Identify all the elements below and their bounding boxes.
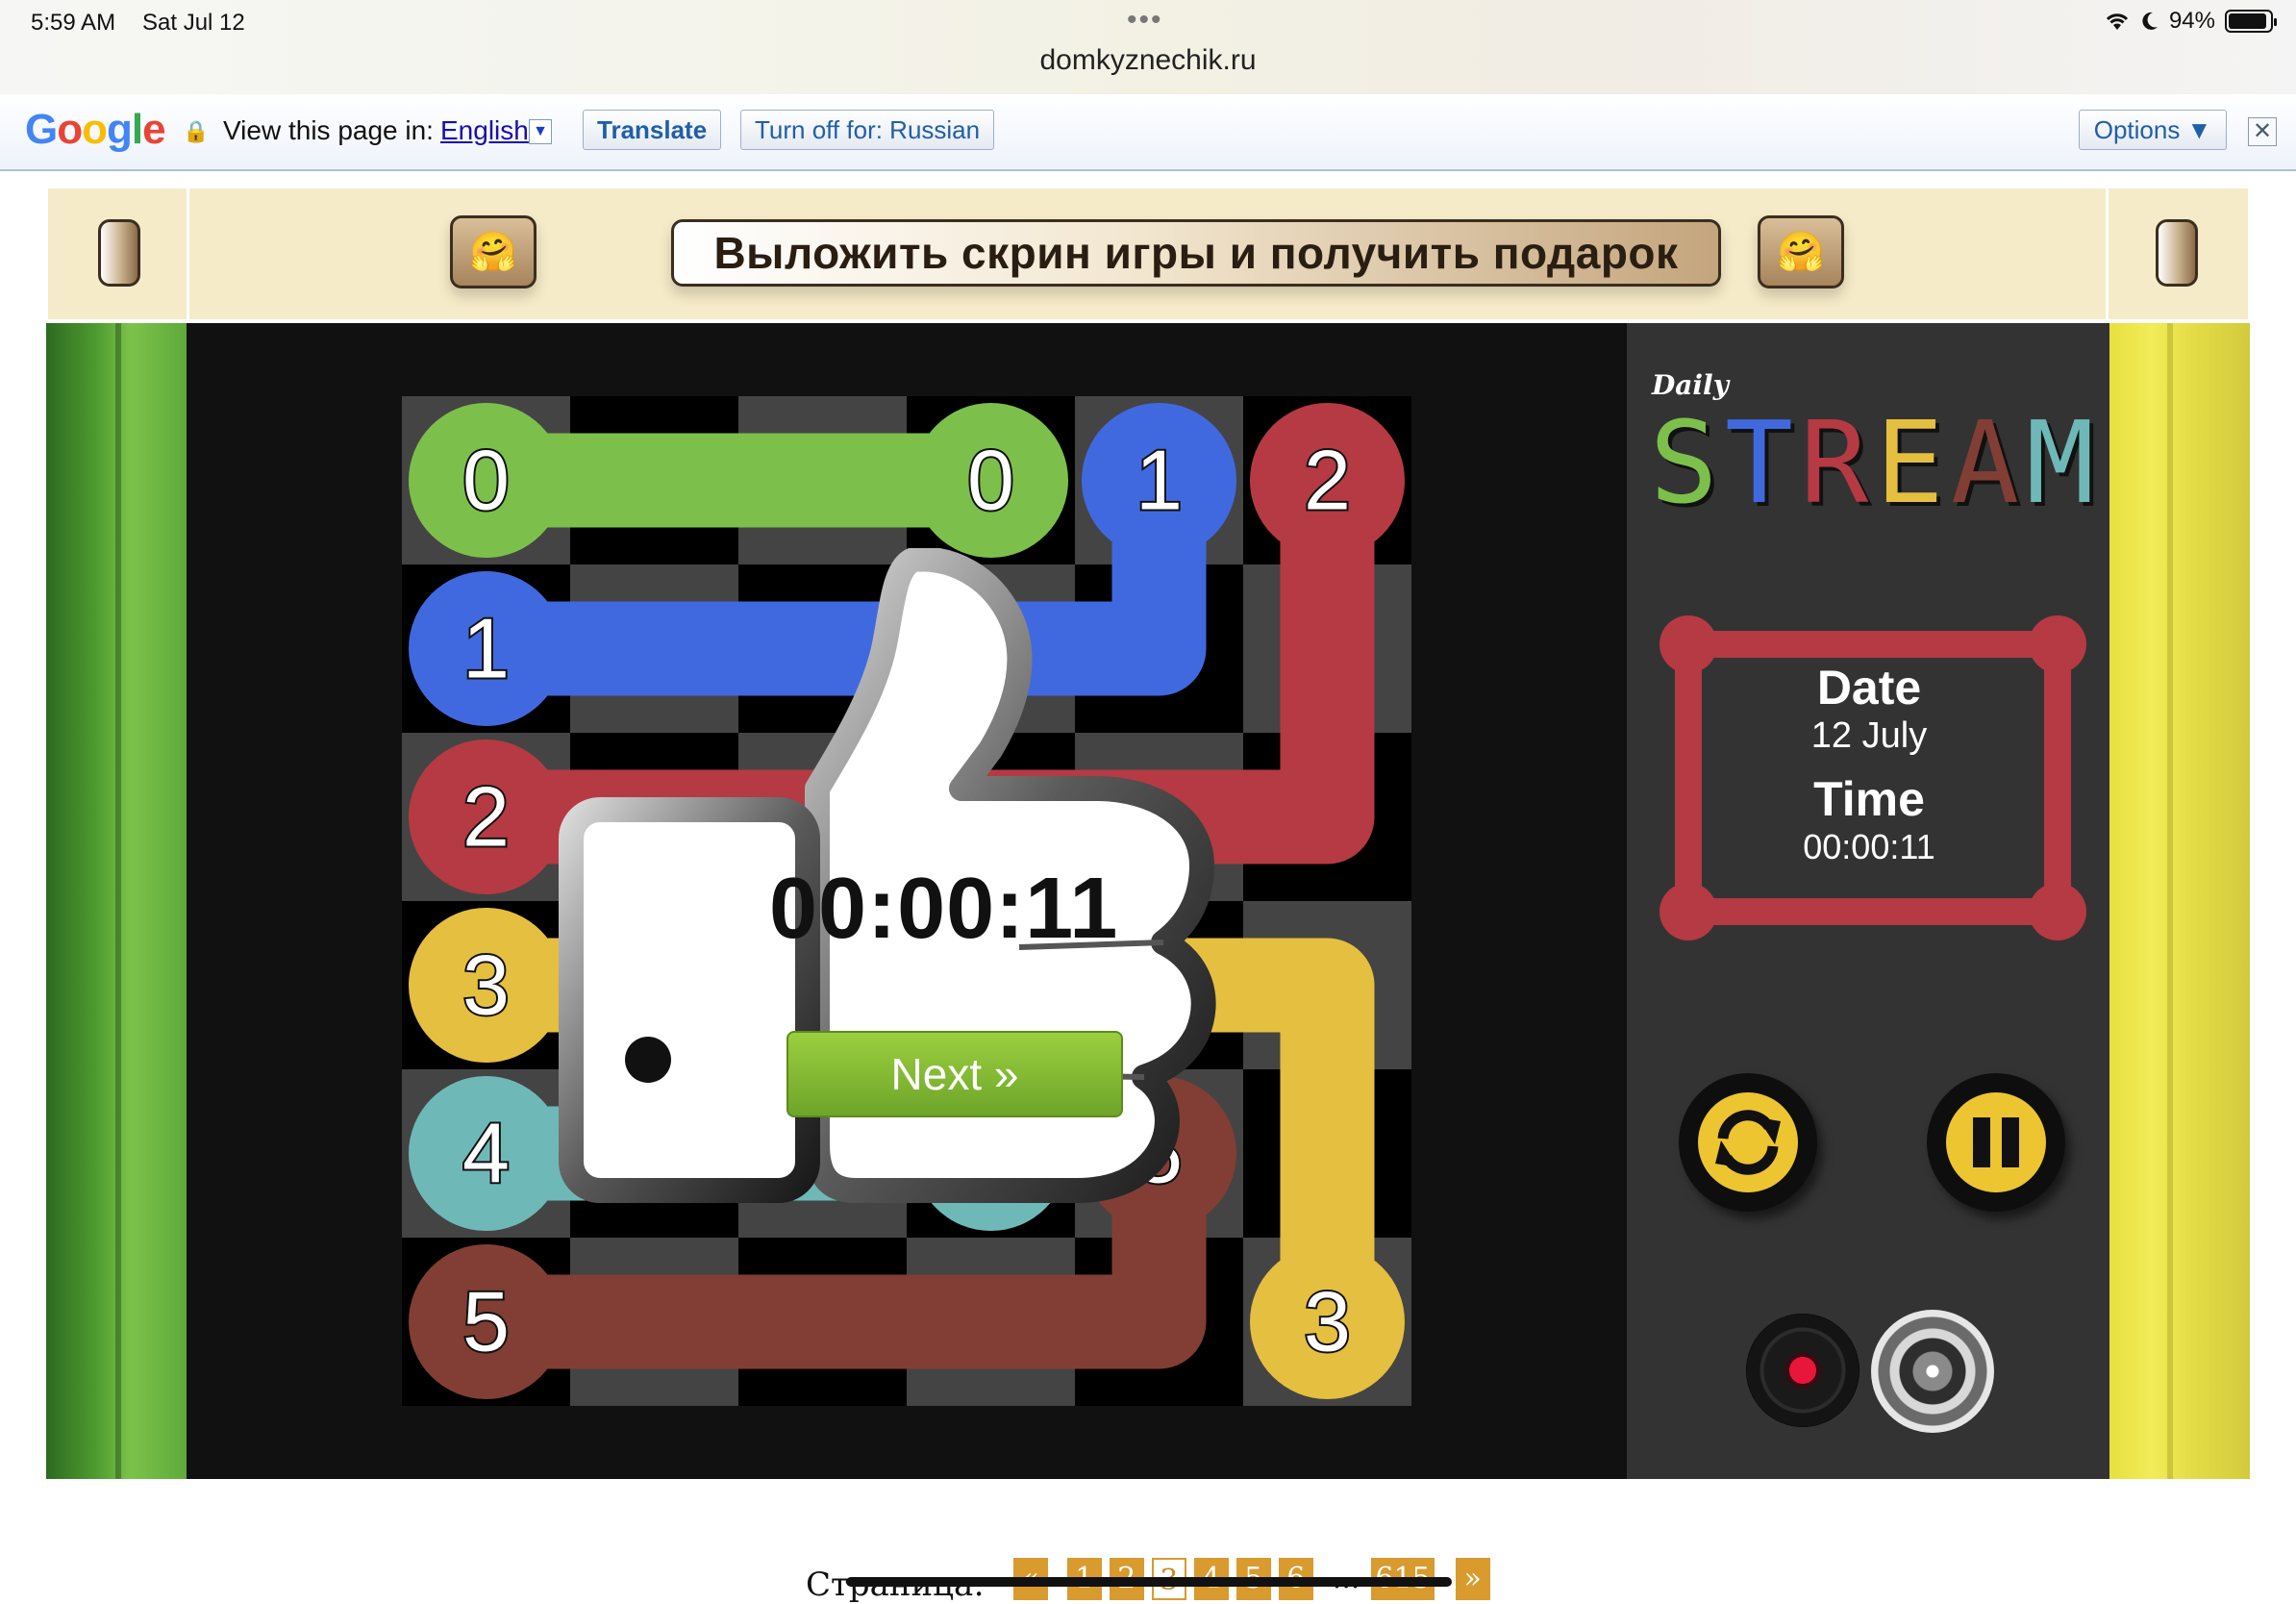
screen: 5:59 AM Sat Jul 12 ••• 94% domkyznechik.… (0, 0, 2296, 1604)
multitask-dots-icon[interactable]: ••• (1127, 4, 1163, 37)
banner-divider (187, 188, 189, 319)
logo-daily: Daily (1652, 369, 1729, 401)
endpoint-number: 1 (462, 601, 510, 696)
time-value: 00:00:11 (1803, 827, 1935, 866)
banner-divider (2106, 188, 2109, 319)
battery-fill (2229, 13, 2267, 29)
google-logo: Google (25, 106, 166, 153)
logo-letter: M (2026, 398, 2094, 523)
pause-icon (1973, 1117, 2019, 1167)
restart-button[interactable] (1679, 1073, 1817, 1212)
pause-button-face (1946, 1092, 2046, 1192)
stream-logo: SS TT RR EE AA MM (1650, 398, 2098, 523)
lock-icon: 🔒 (183, 119, 210, 143)
endpoint-number: 0 (462, 433, 510, 528)
turn-off-button[interactable]: Turn off for: Russian (740, 110, 995, 150)
pagination: Страница: « 123456 ... 615 » (806, 1552, 1498, 1604)
top-banner: 🤗 Выложить скрин игры и получить подарок… (48, 188, 2248, 319)
logo-letter: R (1800, 398, 1869, 523)
hug-emoji-left-button[interactable]: 🤗 (450, 215, 537, 288)
language-link[interactable]: English (440, 115, 529, 146)
close-icon[interactable]: ✕ (2248, 117, 2277, 146)
restart-button-face (1698, 1092, 1798, 1192)
battery-icon (2225, 10, 2277, 33)
endpoint-number: 2 (1304, 433, 1351, 528)
status-time: 5:59 AM (31, 10, 116, 36)
endpoint-number: 2 (462, 769, 510, 865)
share-screenshot-button[interactable]: Выложить скрин игры и получить подарок (671, 219, 1721, 287)
logo-letter: T (1725, 398, 1793, 523)
date-label: Date (1816, 661, 1922, 714)
logo-letter: S (1650, 398, 1718, 523)
banner-knob-left (98, 219, 140, 287)
pause-button[interactable] (1927, 1073, 2065, 1212)
endpoint-number: 3 (1304, 1274, 1351, 1369)
banner-knob-right (2156, 219, 2198, 287)
status-bar: 5:59 AM Sat Jul 12 ••• 94% domkyznechik.… (0, 0, 2296, 94)
endpoint-number: 0 (967, 433, 1014, 528)
date-value: 12 July (1810, 715, 1928, 756)
view-page-label: View this page in: (223, 115, 434, 145)
sound-toggle-icon[interactable] (1871, 1310, 1994, 1433)
options-button[interactable]: Options ▼ (2079, 110, 2227, 150)
moon-icon (2142, 12, 2158, 30)
endpoint-number: 1 (1136, 433, 1183, 528)
endpoint-number: 4 (462, 1106, 510, 1201)
game-frame-left (46, 323, 187, 1479)
google-translate-bar: Google 🔒 View this page in: English ▼ Tr… (0, 94, 2296, 171)
endpoint-number: 5 (462, 1274, 510, 1369)
language-dropdown-icon[interactable]: ▼ (529, 119, 552, 144)
endpoint-number: 3 (462, 938, 510, 1033)
music-toggle-icon[interactable] (1746, 1314, 1859, 1427)
translate-button[interactable]: Translate (583, 110, 722, 150)
wifi-icon (2106, 13, 2129, 30)
status-indicators: 94% (2104, 8, 2277, 35)
game-frame-right (2109, 323, 2250, 1479)
home-indicator[interactable] (846, 1577, 1452, 1587)
battery-percent: 94% (2168, 8, 2215, 34)
next-button[interactable]: Next » (786, 1031, 1123, 1117)
time-label: Time (1813, 772, 1925, 826)
logo-letter: E (1876, 398, 1944, 523)
status-date: Sat Jul 12 (142, 10, 245, 36)
refresh-icon (1715, 1110, 1781, 1175)
address-bar-url[interactable]: domkyznechik.ru (0, 44, 2296, 77)
logo-letter: A (1951, 398, 2019, 523)
page-next-button[interactable]: » (1455, 1558, 1490, 1600)
win-time: 00:00:11 (769, 861, 1119, 957)
hug-emoji-right-button[interactable]: 🤗 (1758, 215, 1844, 288)
